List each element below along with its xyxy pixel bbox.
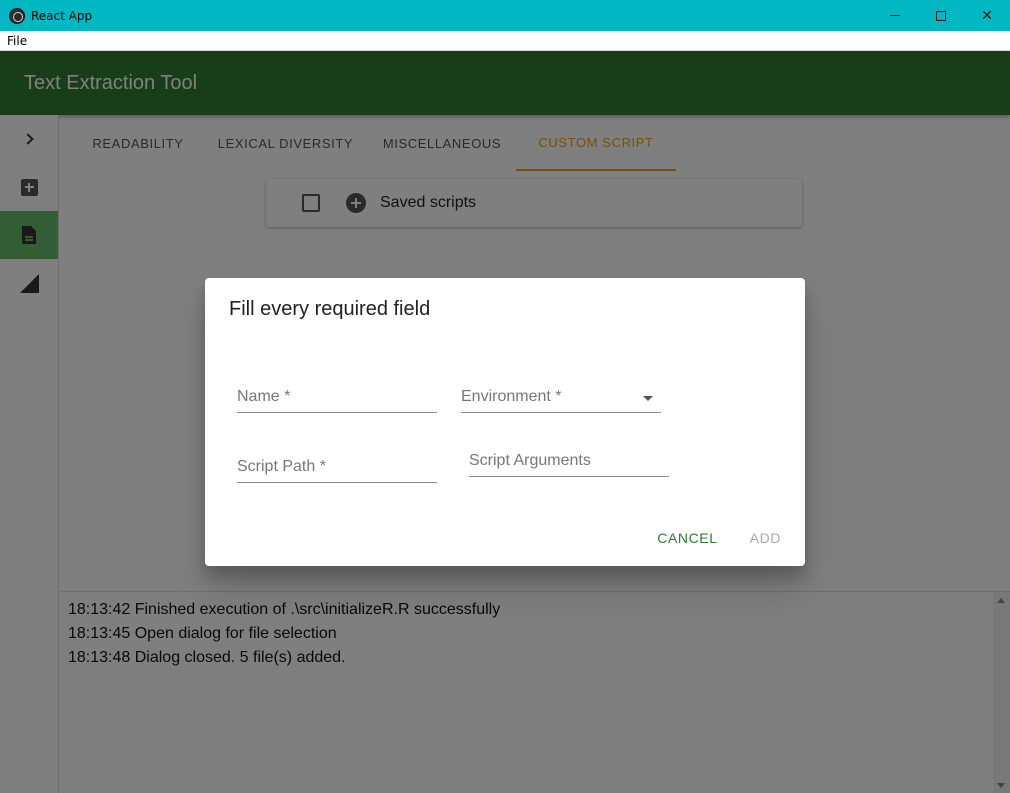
minimize-button[interactable]	[872, 0, 918, 31]
dropdown-arrow-icon	[643, 396, 653, 401]
environment-select[interactable]: Environment *	[461, 388, 661, 413]
script-arguments-field[interactable]: Script Arguments	[469, 452, 669, 477]
script-path-field[interactable]: Script Path *	[237, 458, 437, 483]
minimize-icon	[890, 15, 900, 16]
dialog-title: Fill every required field	[229, 298, 431, 320]
environment-field-label: Environment *	[461, 388, 562, 405]
electron-icon	[9, 7, 25, 24]
window-titlebar: React App ✕	[0, 0, 1010, 31]
dialog-actions: Cancel Add	[637, 524, 793, 552]
close-icon: ✕	[981, 7, 993, 23]
menu-file[interactable]: File	[0, 34, 34, 48]
window-title: React App	[31, 8, 93, 23]
add-script-dialog: Fill every required field Name * Environ…	[205, 278, 805, 566]
cancel-button[interactable]: Cancel	[645, 524, 729, 552]
maximize-button[interactable]	[918, 0, 964, 31]
menubar: File	[0, 31, 1010, 51]
add-button[interactable]: Add	[738, 524, 793, 552]
window-controls: ✕	[872, 0, 1010, 31]
name-field[interactable]: Name *	[237, 388, 437, 413]
script-path-field-label: Script Path *	[237, 458, 326, 475]
close-window-button[interactable]: ✕	[964, 0, 1010, 31]
maximize-icon	[936, 10, 946, 21]
name-field-label: Name *	[237, 388, 291, 405]
script-arguments-field-label: Script Arguments	[469, 452, 591, 469]
